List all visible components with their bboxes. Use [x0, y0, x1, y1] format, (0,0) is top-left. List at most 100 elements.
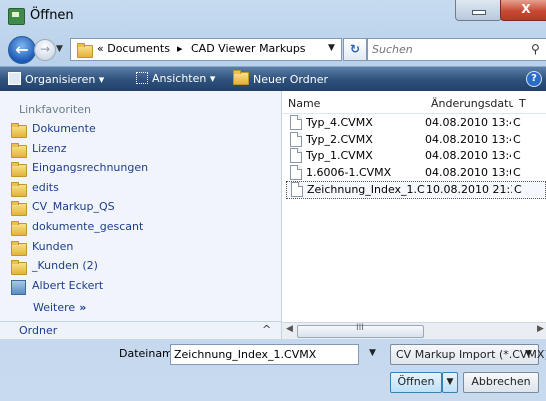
views-icon — [136, 72, 148, 84]
new-folder-icon — [233, 70, 249, 85]
sidebar-item-label: edits — [32, 180, 59, 194]
open-button[interactable]: Öffnen — [390, 372, 442, 393]
folder-icon — [11, 181, 27, 197]
sidebar-item-label: _Kunden (2) — [32, 259, 98, 273]
file-icon — [290, 164, 302, 180]
forward-button[interactable]: → — [34, 39, 56, 61]
scroll-thumb[interactable]: III — [297, 323, 424, 338]
folder-icon — [11, 123, 27, 138]
minimize-icon — [472, 10, 486, 15]
address-row: ← → ▼ « Documents ▸ CAD Viewer Markups ▼… — [0, 32, 546, 66]
folder-icon — [77, 43, 93, 58]
breadcrumb-documents[interactable]: « Documents — [97, 42, 170, 55]
column-date-label: Änderungsdatum — [431, 97, 527, 110]
new-folder-button[interactable]: Neuer Ordner — [233, 70, 328, 86]
file-row[interactable]: Zeichnung_Index_1.CV...10.08.2010 21:33C — [286, 181, 546, 199]
more-label: Weitere — [33, 301, 76, 314]
file-type: C — [513, 165, 521, 179]
organize-label: Organisieren ▾ — [25, 73, 105, 86]
search-icon[interactable]: ⚲ — [531, 42, 540, 56]
sidebar-item-label: Albert Eckert — [32, 278, 104, 292]
file-date: 10.08.2010 21:33 — [426, 183, 512, 196]
views-label: Ansichten ▾ — [152, 72, 216, 85]
folder-icon — [11, 162, 27, 178]
folders-label: Ordner — [19, 324, 58, 337]
back-button[interactable]: ← — [8, 36, 36, 64]
search-input[interactable] — [372, 41, 522, 57]
file-date: 04.08.2010 13:02 — [425, 165, 511, 179]
filetype-value: CV Markup Import (*.CVMX) — [396, 348, 546, 361]
file-type: C — [513, 116, 521, 129]
file-name: Zeichnung_Index_1.CV... — [307, 183, 425, 196]
file-date: 04.08.2010 13:44 — [425, 132, 511, 146]
title-bar: Öffnen X — [0, 0, 546, 32]
file-icon — [290, 148, 302, 163]
file-icon — [291, 182, 303, 197]
sidebar-item-label: Eingangsrechnungen — [32, 161, 149, 175]
horizontal-scrollbar[interactable]: ◀ III ▶ — [282, 322, 546, 339]
content-area: Linkfavoriten Dokumente Lizenz Eingangsrec… — [0, 91, 546, 339]
file-type: C — [513, 132, 521, 146]
folder-icon — [11, 221, 27, 236]
folder-icon — [11, 240, 27, 256]
file-type: C — [513, 149, 521, 162]
filetype-select[interactable]: CV Markup Import (*.CVMX) ▼ — [390, 344, 546, 365]
column-header-name[interactable]: Name — [282, 91, 426, 114]
views-button[interactable]: Ansichten ▾ — [136, 72, 215, 85]
column-header-date[interactable]: Änderungsdatum — [425, 91, 526, 114]
filename-input[interactable] — [174, 347, 354, 362]
file-icon — [290, 131, 302, 147]
folder-icon — [11, 201, 27, 217]
refresh-button[interactable]: ↻ — [343, 38, 367, 61]
filename-field[interactable] — [170, 344, 359, 365]
contact-icon — [11, 279, 26, 295]
organize-icon — [8, 72, 21, 85]
cancel-button[interactable]: Abbrechen — [463, 372, 539, 393]
scroll-left-icon[interactable]: ◀ — [286, 324, 293, 334]
file-row[interactable]: 1.6006-1.CVMX 04.08.2010 13:02C — [286, 164, 546, 181]
filename-dropdown-icon[interactable]: ▼ — [369, 348, 376, 358]
search-box[interactable]: ⚲ — [367, 38, 546, 61]
file-row[interactable]: Typ_1.CVMX 04.08.2010 13:41C — [286, 148, 546, 164]
history-dropdown-icon[interactable]: ▼ — [56, 44, 63, 54]
open-split-dropdown-icon[interactable]: ▼ — [442, 372, 458, 393]
column-header-type[interactable]: T — [513, 91, 546, 114]
help-icon[interactable]: ? — [526, 71, 542, 87]
favorites-title: Linkfavoriten — [19, 103, 92, 116]
address-bar[interactable]: « Documents ▸ CAD Viewer Markups ▼ — [70, 38, 342, 61]
file-list: Name Änderungsdatum T Typ_4.CVMX 04.08.20… — [282, 91, 546, 339]
column-name-label: Name — [288, 97, 321, 110]
file-name: Typ_4.CVMX — [306, 116, 373, 129]
folder-icon — [11, 142, 27, 158]
chevron-up-icon[interactable]: ^ — [262, 323, 271, 336]
window-title: Öffnen — [30, 8, 74, 23]
column-type-label: T — [519, 97, 526, 110]
file-date: 04.08.2010 13:44 — [425, 116, 511, 129]
file-date: 04.08.2010 13:41 — [425, 149, 511, 162]
new-folder-label: Neuer Ordner — [253, 73, 328, 86]
navigation-pane: Linkfavoriten Dokumente Lizenz Eingangsrec… — [0, 91, 282, 339]
file-type: C — [514, 183, 522, 196]
address-dropdown-icon[interactable]: ▼ — [328, 43, 335, 53]
sidebar-item-label: Kunden — [32, 239, 74, 253]
sidebar-item-label: Lizenz — [32, 141, 67, 155]
minimize-button[interactable] — [455, 0, 502, 21]
more-arrows-icon: » — [79, 301, 87, 314]
file-name: Typ_2.CVMX — [306, 132, 373, 146]
file-name: 1.6006-1.CVMX — [306, 165, 392, 179]
breadcrumb-separator: ▸ — [177, 42, 183, 55]
sidebar-item-label: Dokumente — [32, 122, 96, 135]
file-row[interactable]: Typ_4.CVMX 04.08.2010 13:44C — [286, 115, 546, 131]
more-link[interactable]: Weitere» — [33, 301, 86, 314]
file-name: Typ_1.CVMX — [306, 149, 373, 162]
app-icon — [8, 8, 25, 25]
sidebar-item-label: dokumente_gescant — [32, 220, 144, 233]
close-button[interactable]: X — [500, 0, 546, 21]
file-row[interactable]: Typ_2.CVMX 04.08.2010 13:44C — [286, 131, 546, 148]
breadcrumb-current[interactable]: CAD Viewer Markups — [191, 42, 306, 55]
scroll-right-icon[interactable]: ▶ — [537, 324, 544, 334]
file-icon — [290, 115, 302, 130]
folder-icon — [11, 260, 27, 276]
organize-button[interactable]: Organisieren ▾ — [8, 72, 104, 86]
folders-section-header[interactable]: Ordner ^ — [0, 321, 281, 339]
